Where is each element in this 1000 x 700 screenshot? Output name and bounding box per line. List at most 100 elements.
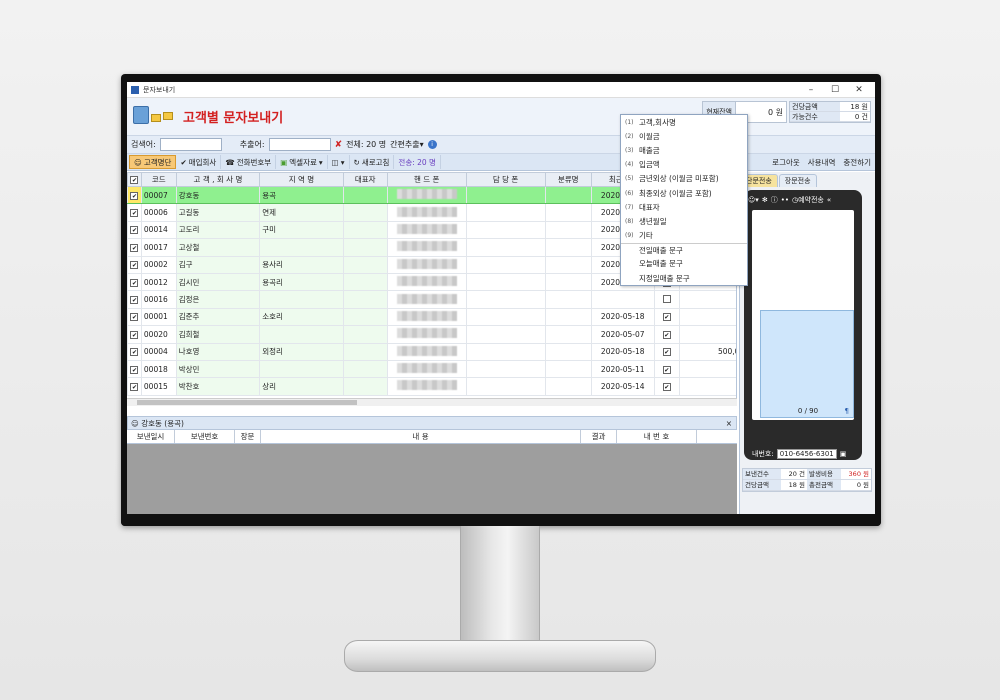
dropdown-label: 입금액 <box>639 160 660 170</box>
row-checkbox[interactable] <box>130 348 139 357</box>
sent-count: 전송: 20 명 <box>394 155 441 169</box>
message-textarea[interactable]: 0 / 90 ¶ <box>760 310 854 418</box>
region-cell: 소호리 <box>259 307 344 327</box>
table-row[interactable]: 00020김희철2020-05-07024,00 <box>127 325 736 344</box>
tab-long-message[interactable]: 장문전송 <box>778 174 817 187</box>
dropdown-item[interactable]: (1) 고객,회사명 <box>621 115 747 129</box>
dropdown-item[interactable]: (3) 매출금 <box>621 143 747 157</box>
row-checkbox[interactable] <box>130 226 139 235</box>
dropdown-item[interactable]: (5) 금년외상 (이월금 미포함) <box>621 172 747 186</box>
quick-extract-dropdown[interactable]: 간편추출▾ <box>390 139 423 150</box>
extract-input[interactable] <box>268 138 331 151</box>
data-checkbox[interactable] <box>662 365 671 374</box>
detail-column-header[interactable]: 보낸번호 <box>175 430 235 443</box>
name-cell: 박상민 <box>175 359 261 379</box>
clear-icon[interactable]: ✘ <box>335 140 343 150</box>
detail-column-header[interactable]: 보낸일시 <box>127 430 175 443</box>
table-row[interactable]: 00015박찬호상리2020-05-14049,00 <box>127 377 736 396</box>
row-checkbox[interactable] <box>130 191 139 200</box>
dropdown-item[interactable]: (4) 입금액 <box>621 158 747 172</box>
star-icon[interactable]: ✻ <box>762 196 768 204</box>
data-cell[interactable] <box>653 290 681 309</box>
data-checkbox[interactable] <box>662 313 671 322</box>
data-cell[interactable] <box>653 359 681 379</box>
data-checkbox[interactable] <box>662 330 671 339</box>
dropdown-item[interactable]: 전일매출 문구 <box>621 242 747 257</box>
dropdown-key: (9) <box>625 232 634 240</box>
select-all-checkbox[interactable] <box>130 176 139 184</box>
detail-close-button[interactable]: × <box>726 419 732 428</box>
recent-cell: 2020-05-18 <box>590 342 655 361</box>
column-header[interactable]: 지 역 명 <box>259 172 344 187</box>
dropdown-item[interactable]: (6) 최종외상 (이월금 포함) <box>621 186 747 200</box>
row-checkbox[interactable] <box>130 209 139 218</box>
logout-button[interactable]: 로그아웃 <box>768 155 804 169</box>
rep-cell <box>342 359 388 379</box>
customer-list-button[interactable]: ☺ 고객명단 <box>129 155 177 169</box>
region-cell: 연제 <box>259 203 344 222</box>
row-checkbox[interactable] <box>130 296 139 305</box>
info-icon[interactable]: ⓘ <box>771 195 778 205</box>
person-insert-icon[interactable]: ☺▾ <box>748 196 759 204</box>
dropdown-item[interactable]: 지정일매출 문구 <box>621 271 747 285</box>
save-icon[interactable]: ▣ <box>840 450 847 458</box>
refresh-button[interactable]: ↻ 새로고침 <box>350 155 395 169</box>
dropdown-item[interactable]: 오늘매출 문구 <box>621 257 747 271</box>
help-icon[interactable]: i <box>427 140 437 149</box>
table-row[interactable]: 00018박상민2020-05-1105,35 <box>127 359 736 379</box>
data-checkbox[interactable] <box>662 348 671 357</box>
dropdown-item[interactable]: (8) 생년월일 <box>621 214 747 228</box>
monitor-base <box>344 640 656 672</box>
excel-button[interactable]: ▣ 엑셀자료 ▾ <box>276 155 328 169</box>
row-checkbox[interactable] <box>130 261 139 270</box>
column-header[interactable]: 담 당 폰 <box>465 172 546 187</box>
column-header[interactable]: 대표자 <box>342 172 388 187</box>
row-checkbox[interactable] <box>130 382 139 391</box>
emoji-icon[interactable]: •• <box>781 196 789 204</box>
row-checkbox[interactable] <box>130 313 139 322</box>
minimize-button[interactable]: – <box>799 85 823 95</box>
close-button[interactable]: ✕ <box>847 85 871 95</box>
data-cell[interactable] <box>653 307 681 327</box>
dropdown-item[interactable]: (2) 이월금 <box>621 129 747 143</box>
sender-number-field[interactable]: 010-6456-6301 <box>776 449 837 459</box>
maximize-button[interactable]: ☐ <box>823 85 847 95</box>
sms-panel: 단문전송 장문전송 ☺▾ ✻ ⓘ •• ◷예약전송 « 0 / 90 ¶ 내번호… <box>739 172 875 514</box>
usage-button[interactable]: 사용내역 <box>804 155 840 169</box>
column-header[interactable] <box>127 172 142 187</box>
detail-column-header[interactable]: 내 번 호 <box>617 430 697 443</box>
collapse-icon[interactable]: « <box>827 196 831 204</box>
data-cell[interactable] <box>653 325 681 344</box>
row-checkbox[interactable] <box>130 278 139 287</box>
code-cell: 00006 <box>140 203 177 222</box>
table-row[interactable]: 00001김준추소호리2020-05-180299,50 <box>127 307 736 327</box>
row-checkbox[interactable] <box>130 330 139 339</box>
row-checkbox[interactable] <box>130 365 139 374</box>
column-header[interactable]: 핸 드 폰 <box>386 172 467 187</box>
search-input[interactable] <box>159 138 222 151</box>
detail-column-header[interactable]: 결과 <box>581 430 617 443</box>
row-checkbox[interactable] <box>130 243 139 252</box>
region-cell <box>259 325 344 344</box>
rep-cell <box>342 220 388 240</box>
detail-column-header[interactable]: 장문 <box>235 430 261 443</box>
horizontal-scrollbar[interactable] <box>127 398 737 406</box>
table-row[interactable]: 00016김정은 0 <box>127 290 736 309</box>
detail-column-header[interactable]: 내 용 <box>261 430 581 443</box>
phone-book-button[interactable]: ☎ 전화번호부 <box>221 155 277 169</box>
reserve-button[interactable]: ◷예약전송 <box>792 195 824 205</box>
dropdown-item[interactable]: (7) 대표자 <box>621 200 747 214</box>
charge-button[interactable]: 충전하기 <box>839 155 875 169</box>
columns-button[interactable]: ◫ ▾ <box>328 155 350 169</box>
data-cell[interactable] <box>653 377 681 396</box>
category-cell <box>544 185 592 205</box>
dropdown-item[interactable]: (9) 기타 <box>621 229 747 243</box>
data-checkbox[interactable] <box>662 382 671 391</box>
column-header[interactable]: 분류명 <box>544 172 592 187</box>
data-cell[interactable] <box>653 342 681 361</box>
column-header[interactable]: 코드 <box>140 172 177 187</box>
data-checkbox[interactable] <box>662 294 671 303</box>
column-header[interactable]: 고 객 , 회 사 명 <box>175 172 261 187</box>
purchase-company-button[interactable]: ✔ 매입회사 <box>176 155 222 169</box>
table-row[interactable]: 00004나호영외정리2020-05-18500,00075,00 <box>127 342 736 361</box>
